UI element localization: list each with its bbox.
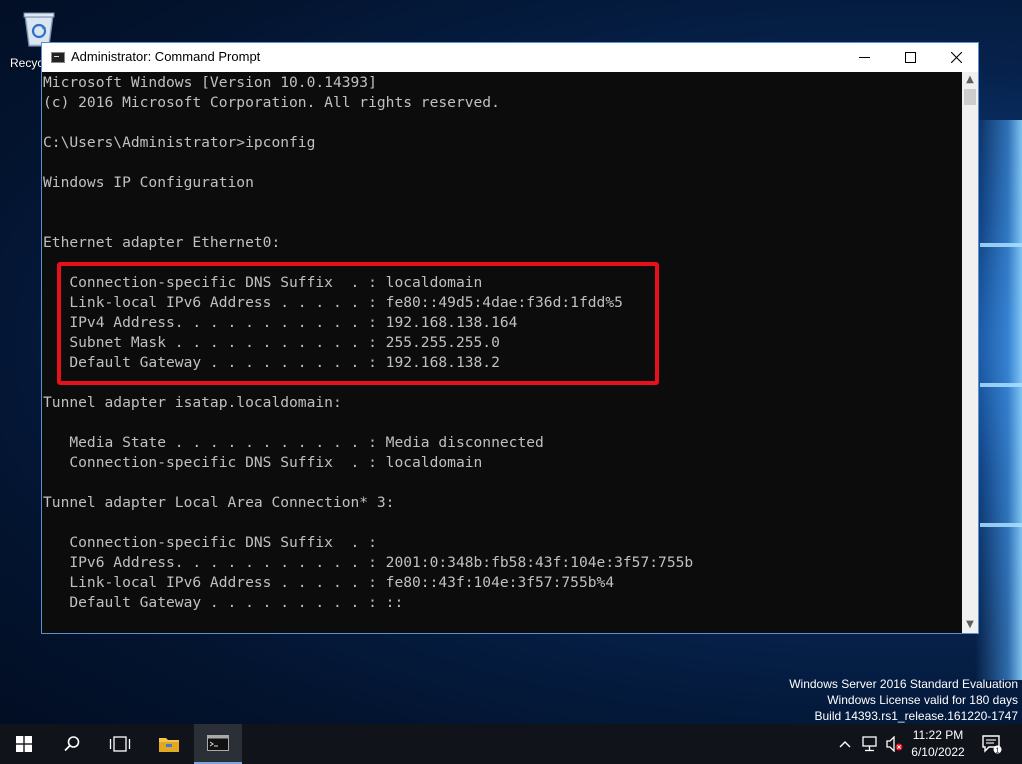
- console-line: C:\Users\Administrator>ipconfig: [43, 134, 316, 151]
- start-button[interactable]: [0, 724, 48, 764]
- folder-icon: [159, 738, 179, 752]
- wallpaper-light-band: [980, 383, 1022, 387]
- search-icon: [64, 736, 80, 752]
- close-icon: [950, 52, 962, 63]
- console-line: Connection-specific DNS Suffix . : local…: [43, 274, 483, 291]
- command-prompt-icon: [207, 735, 229, 751]
- console-line: Media State . . . . . . . . . . . : Medi…: [43, 434, 544, 451]
- maximize-button[interactable]: [887, 43, 933, 72]
- maximize-icon: [904, 52, 916, 63]
- console-line: Ethernet adapter Ethernet0:: [43, 234, 281, 251]
- taskbar-clock[interactable]: 11:22 PM 6/10/2022: [905, 727, 971, 761]
- console-line: Link-local IPv6 Address . . . . . : fe80…: [43, 574, 615, 591]
- show-hidden-icons-button[interactable]: [838, 735, 852, 753]
- wallpaper-light-band: [980, 243, 1022, 247]
- vertical-scrollbar[interactable]: ▲ ▼: [962, 72, 978, 633]
- window-title: Administrator: Command Prompt: [71, 49, 261, 64]
- volume-muted-icon: [886, 736, 903, 752]
- window-titlebar[interactable]: Administrator: Command Prompt: [42, 43, 978, 72]
- console-text: Microsoft Windows [Version 10.0.14393] (…: [42, 72, 962, 613]
- notification-count: 1: [996, 747, 1000, 754]
- console-output[interactable]: Microsoft Windows [Version 10.0.14393] (…: [42, 72, 962, 633]
- taskbar: 11:22 PM 6/10/2022 1: [0, 724, 1022, 764]
- windows-edition-watermark: Windows Server 2016 Standard Evaluation …: [789, 676, 1018, 724]
- watermark-license: Windows License valid for 180 days: [827, 693, 1018, 707]
- console-line: Link-local IPv6 Address . . . . . : fe80…: [43, 294, 623, 311]
- minimize-button[interactable]: [841, 43, 887, 72]
- console-line: Connection-specific DNS Suffix . :: [43, 534, 377, 551]
- clock-date: 6/10/2022: [911, 745, 965, 759]
- file-explorer-button[interactable]: [145, 724, 193, 764]
- network-tray-button[interactable]: [860, 735, 880, 753]
- console-line: Windows IP Configuration: [43, 174, 254, 191]
- search-button[interactable]: [48, 724, 96, 764]
- scroll-down-icon[interactable]: ▼: [962, 617, 978, 633]
- console-line: Subnet Mask . . . . . . . . . . . : 255.…: [43, 334, 500, 351]
- command-prompt-taskbar-button[interactable]: [194, 724, 242, 764]
- watermark-edition: Windows Server 2016 Standard Evaluation: [789, 677, 1018, 691]
- console-line: Default Gateway . . . . . . . . . : 192.…: [43, 354, 500, 371]
- console-line: Default Gateway . . . . . . . . . : ::: [43, 594, 404, 611]
- console-line: Tunnel adapter isatap.localdomain:: [43, 394, 342, 411]
- command-prompt-app-icon[interactable]: [51, 52, 65, 63]
- minimize-icon: [858, 57, 870, 58]
- command-prompt-window[interactable]: Administrator: Command Prompt Microsoft …: [41, 42, 979, 634]
- console-line: Connection-specific DNS Suffix . : local…: [43, 454, 483, 471]
- notifications-icon: 1: [982, 735, 1002, 754]
- windows-logo-icon: [16, 736, 32, 752]
- task-view-button[interactable]: [96, 724, 144, 764]
- console-line: IPv6 Address. . . . . . . . . . . : 2001…: [43, 554, 694, 571]
- scrollbar-thumb[interactable]: [964, 89, 976, 105]
- console-line: Tunnel adapter Local Area Connection* 3:: [43, 494, 395, 511]
- clock-time: 11:22 PM: [912, 728, 964, 742]
- desktop-wallpaper-glow: [975, 120, 1022, 680]
- network-icon: [862, 736, 877, 752]
- wallpaper-light-band: [980, 523, 1022, 527]
- console-line: (c) 2016 Microsoft Corporation. All righ…: [43, 94, 500, 111]
- close-button[interactable]: [933, 43, 979, 72]
- watermark-build: Build 14393.rs1_release.161220-1747: [814, 709, 1019, 723]
- task-view-icon: [109, 736, 131, 752]
- action-center-button[interactable]: 1: [980, 735, 1004, 754]
- volume-tray-button[interactable]: [884, 735, 904, 753]
- scroll-up-icon[interactable]: ▲: [962, 72, 978, 88]
- console-line: IPv4 Address. . . . . . . . . . . : 192.…: [43, 314, 518, 331]
- chevron-up-icon: [839, 741, 851, 748]
- console-line: Microsoft Windows [Version 10.0.14393]: [43, 74, 377, 91]
